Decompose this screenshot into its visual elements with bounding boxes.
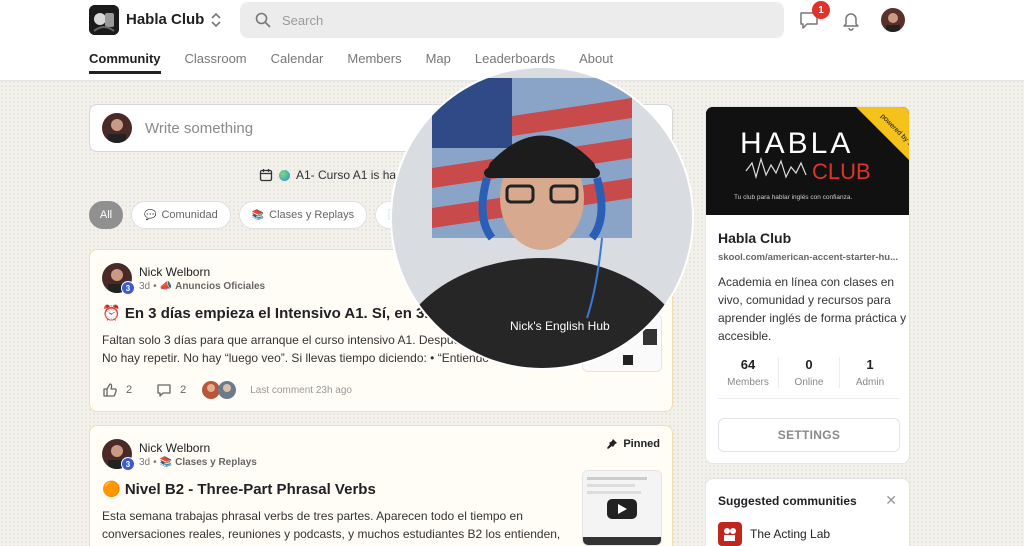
commenter-avatar	[218, 381, 237, 399]
suggested-heading: Suggested communities	[718, 494, 857, 508]
post-title[interactable]: ⏰ En 3 días empieza el Intensivo A1. Sí,…	[102, 304, 437, 322]
cover-subtitle: CLUB	[812, 159, 871, 184]
search-bar[interactable]	[240, 2, 784, 38]
globe-icon	[279, 169, 290, 181]
post-title[interactable]: 🟠 Nivel B2 - Three-Part Phrasal Verbs	[102, 480, 376, 498]
stat-value: 1	[866, 357, 874, 372]
comment-count: 2	[180, 384, 187, 396]
notification-badge: 1	[812, 1, 830, 19]
post-card[interactable]: 3 Nick Welborn 3d • 📚 Clases y Replays Pi…	[89, 425, 673, 546]
group-stats: 64 Members 0 Online 1 Admin	[718, 357, 900, 399]
last-comment-time: Last comment 23h ago	[250, 384, 352, 396]
stat-value: 64	[740, 357, 756, 372]
tab-about[interactable]: About	[579, 51, 613, 74]
tab-calendar[interactable]: Calendar	[271, 51, 324, 74]
stat-label: Online	[794, 377, 824, 388]
books-icon: 📚	[251, 209, 265, 221]
group-url[interactable]: skool.com/american-accent-starter-hu...	[718, 252, 898, 263]
stat-members[interactable]: 64 Members	[718, 357, 778, 388]
search-icon	[255, 12, 271, 28]
group-name[interactable]: Habla Club	[126, 11, 204, 28]
group-info-card: HABLA CLUB Tu club para hablar inglés co…	[705, 106, 910, 464]
like-count: 2	[126, 384, 133, 396]
stat-label: Members	[727, 377, 769, 388]
suggested-community-name: The Acting Lab	[750, 527, 831, 541]
suggested-community-item[interactable]: The Acting Lab	[718, 522, 830, 546]
post-video-thumbnail[interactable]	[582, 470, 662, 546]
settings-button[interactable]: SETTINGS	[718, 418, 900, 452]
post-category[interactable]: Clases y Replays	[175, 457, 257, 468]
books-icon: 📚	[159, 457, 173, 468]
comment-icon[interactable]	[156, 382, 172, 398]
stat-admin[interactable]: 1 Admin	[839, 357, 900, 388]
post-time: 3d	[139, 281, 151, 292]
close-icon[interactable]: ✕	[885, 492, 897, 509]
group-switcher-icon[interactable]	[209, 11, 223, 29]
user-avatar[interactable]	[881, 8, 905, 32]
megaphone-icon: 📣	[159, 281, 173, 292]
bell-icon[interactable]	[840, 9, 862, 31]
suggested-communities: Suggested communities ✕ The Acting Lab	[705, 478, 910, 546]
film-icon	[718, 522, 742, 546]
cover-tagline: Tu club para hablar inglés con confianza…	[734, 194, 852, 201]
tab-members[interactable]: Members	[347, 51, 401, 74]
filter-label: Comunidad	[161, 209, 218, 221]
post-excerpt-line: conversaciones reales, reuniones y podca…	[102, 527, 561, 541]
event-text: A1- Curso A1 is ha	[296, 168, 397, 182]
composer-avatar	[102, 113, 132, 143]
like-icon[interactable]	[102, 382, 118, 398]
author-avatar[interactable]: 3	[102, 439, 135, 471]
filter-label: Clases y Replays	[269, 209, 355, 221]
stat-value: 0	[805, 357, 813, 372]
calendar-icon	[259, 169, 273, 182]
group-description: Academia en línea con clases en vivo, co…	[718, 275, 907, 343]
post-excerpt: Esta semana trabajas phrasal verbs de tr…	[102, 507, 572, 543]
post-actions: 2 2 Last comment 23h ago	[102, 381, 352, 399]
pinned-indicator: Pinned	[606, 438, 660, 450]
post-meta: 3d • 📚 Clases y Replays	[139, 457, 257, 468]
upcoming-event[interactable]: A1- Curso A1 is ha	[259, 168, 396, 182]
author-avatar[interactable]: 3	[102, 263, 135, 295]
webcam-overlay: Nick's English Hub	[390, 66, 694, 370]
commenter-avatars	[202, 381, 237, 399]
pin-icon	[607, 439, 618, 449]
group-logo[interactable]	[89, 5, 119, 35]
post-category[interactable]: Anuncios Oficiales	[175, 281, 265, 292]
cover-title: HABLA	[740, 127, 853, 160]
tab-map[interactable]: Map	[426, 51, 451, 74]
filter-comunidad[interactable]: 💬 Comunidad	[131, 201, 231, 229]
speech-bubble-icon: 💬	[144, 209, 157, 221]
category-filters: All 💬 Comunidad 📚 Clases y Replays 📝 Ta	[89, 201, 431, 229]
group-cover: HABLA CLUB Tu club para hablar inglés co…	[706, 107, 909, 215]
author-name[interactable]: Nick Welborn	[139, 265, 210, 279]
stat-online[interactable]: 0 Online	[778, 357, 839, 388]
level-badge: 3	[121, 457, 135, 471]
post-meta: 3d • 📣 Anuncios Oficiales	[139, 281, 266, 292]
shirt-logo-text: Nick's English Hub	[510, 319, 610, 333]
pinned-label: Pinned	[623, 438, 660, 450]
author-name[interactable]: Nick Welborn	[139, 441, 210, 455]
tab-classroom[interactable]: Classroom	[185, 51, 247, 74]
post-excerpt-line: Esta semana trabajas phrasal verbs de tr…	[102, 509, 523, 523]
post-time: 3d	[139, 457, 151, 468]
filter-all[interactable]: All	[89, 201, 123, 229]
tab-community[interactable]: Community	[89, 51, 161, 74]
stat-label: Admin	[855, 377, 885, 388]
composer-placeholder: Write something	[145, 120, 254, 137]
search-input[interactable]	[282, 12, 762, 28]
group-title: Habla Club	[718, 230, 792, 246]
level-badge: 3	[121, 281, 135, 295]
filter-clases-replays[interactable]: 📚 Clases y Replays	[238, 201, 368, 229]
